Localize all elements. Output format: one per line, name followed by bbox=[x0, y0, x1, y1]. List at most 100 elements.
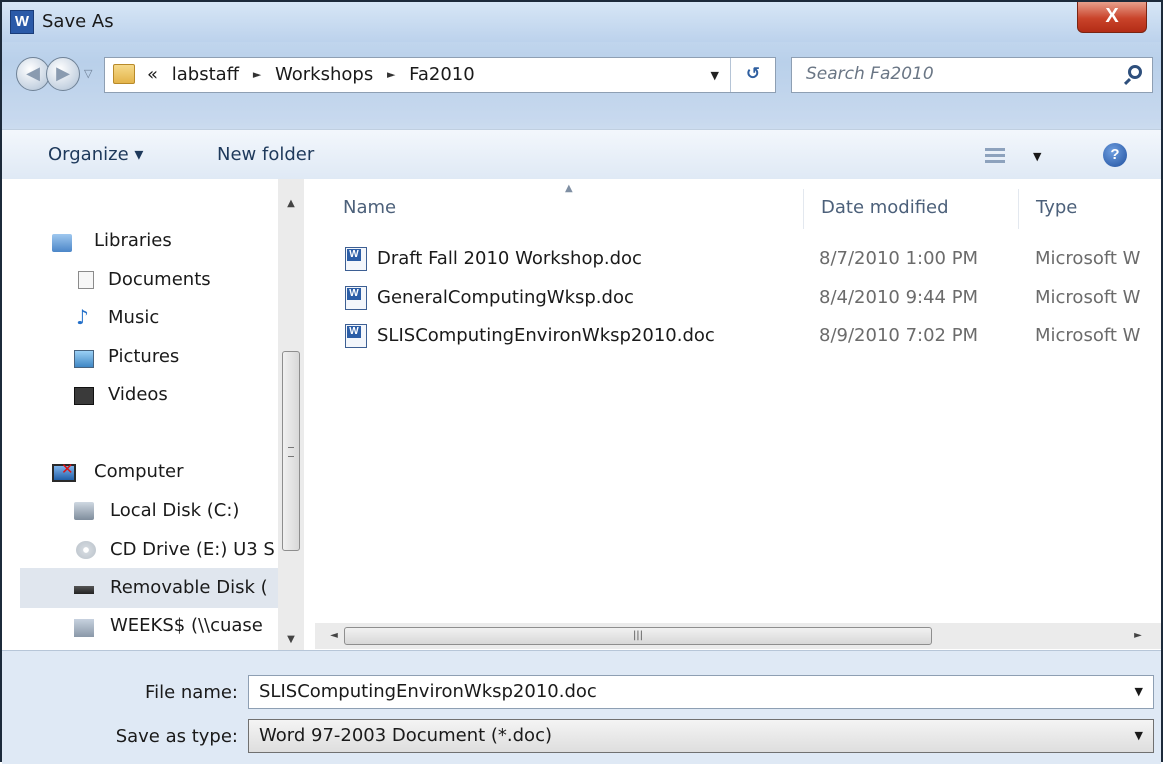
column-divider[interactable] bbox=[803, 189, 804, 229]
search-input[interactable]: Search Fa2010 bbox=[791, 57, 1153, 93]
browser-content: Libraries Documents ♪ Music Pictures Vid… bbox=[2, 179, 1161, 651]
sidebar-item-label: Local Disk (C:) bbox=[110, 500, 240, 521]
sidebar-item-pictures[interactable]: Pictures bbox=[74, 346, 180, 368]
close-button[interactable]: X bbox=[1077, 2, 1147, 33]
sidebar-item-label: WEEKS$ (\\cuase bbox=[110, 615, 263, 636]
window-title: Save As bbox=[42, 11, 114, 32]
column-header-type[interactable]: Type bbox=[1036, 197, 1077, 218]
chevron-down-icon[interactable]: ▼ bbox=[1135, 685, 1143, 698]
sidebar-item-removable-disk[interactable]: Removable Disk ( bbox=[74, 577, 268, 598]
file-date: 8/9/2010 7:02 PM bbox=[819, 325, 979, 346]
file-name-label: File name: bbox=[145, 682, 238, 703]
recent-locations-dropdown[interactable]: ▽ bbox=[84, 67, 92, 80]
removable-disk-icon bbox=[74, 586, 94, 594]
sidebar-item-documents[interactable]: Documents bbox=[74, 269, 211, 290]
file-name-field[interactable]: SLISComputingEnvironWksp2010.doc ▼ bbox=[248, 675, 1154, 709]
help-icon[interactable]: ? bbox=[1103, 143, 1127, 167]
file-name: Draft Fall 2010 Workshop.doc bbox=[377, 248, 642, 269]
file-name: SLISComputingEnvironWksp2010.doc bbox=[377, 325, 715, 346]
new-folder-button[interactable]: New folder bbox=[217, 144, 314, 165]
sidebar-item-network-drive[interactable]: WEEKS$ (\\cuase bbox=[74, 615, 263, 637]
scroll-down-icon[interactable]: ▼ bbox=[278, 627, 304, 653]
column-header-date-modified[interactable]: Date modified bbox=[821, 197, 949, 218]
folder-icon bbox=[113, 64, 135, 84]
sidebar-item-label: Computer bbox=[94, 461, 184, 482]
file-type: Microsoft W bbox=[1035, 325, 1141, 346]
breadcrumb-workshops[interactable]: Workshops bbox=[275, 64, 373, 85]
save-as-dialog: W Save As X ◀ ▶ ▽ « labstaff ► Workshops… bbox=[0, 0, 1163, 764]
chevron-down-icon[interactable]: ▼ bbox=[1135, 729, 1143, 742]
refresh-button[interactable]: ↺ bbox=[730, 58, 775, 92]
breadcrumb-separator-icon[interactable]: ► bbox=[387, 68, 395, 81]
views-icon[interactable] bbox=[985, 148, 1005, 164]
sidebar-item-libraries[interactable]: Libraries bbox=[52, 230, 172, 252]
back-arrow-icon: ◀ bbox=[26, 63, 40, 84]
file-date: 8/7/2010 1:00 PM bbox=[819, 248, 979, 269]
breadcrumb-fa2010[interactable]: Fa2010 bbox=[409, 64, 475, 85]
chevron-down-icon: ▽ bbox=[84, 67, 93, 80]
back-button[interactable]: ◀ bbox=[16, 57, 50, 91]
command-toolbar: Organize ▾ New folder ▼ ? bbox=[2, 129, 1161, 180]
libraries-icon bbox=[52, 234, 72, 252]
breadcrumb-labstaff[interactable]: labstaff bbox=[172, 64, 239, 85]
file-row[interactable]: Draft Fall 2010 Workshop.doc 8/7/2010 1:… bbox=[341, 244, 1166, 280]
sidebar-item-local-disk[interactable]: Local Disk (C:) bbox=[74, 500, 239, 521]
sidebar-item-label: Removable Disk ( bbox=[110, 577, 268, 598]
breadcrumb: « labstaff ► Workshops ► Fa2010 bbox=[147, 64, 475, 85]
scrollbar-thumb[interactable]: ||| bbox=[344, 627, 932, 645]
file-type: Microsoft W bbox=[1035, 248, 1141, 269]
sidebar-item-label: Documents bbox=[108, 269, 211, 290]
file-row[interactable]: SLISComputingEnvironWksp2010.doc 8/9/201… bbox=[341, 321, 1166, 357]
file-list: ▲ Name Date modified Type Draft Fall 201… bbox=[315, 179, 1161, 650]
file-type: Microsoft W bbox=[1035, 287, 1141, 308]
organize-button[interactable]: Organize ▾ bbox=[48, 144, 143, 165]
forward-arrow-icon: ▶ bbox=[56, 63, 70, 84]
network-drive-icon bbox=[74, 619, 94, 637]
navigation-pane: Libraries Documents ♪ Music Pictures Vid… bbox=[2, 179, 315, 650]
views-dropdown-icon[interactable]: ▼ bbox=[1033, 150, 1041, 163]
sidebar-item-music[interactable]: ♪ Music bbox=[74, 305, 160, 329]
file-date: 8/4/2010 9:44 PM bbox=[819, 287, 979, 308]
sort-ascending-icon: ▲ bbox=[565, 183, 573, 194]
address-bar[interactable]: « labstaff ► Workshops ► Fa2010 ▼ ↺ bbox=[104, 57, 776, 93]
file-name: GeneralComputingWksp.doc bbox=[377, 287, 634, 308]
horizontal-scrollbar[interactable]: ◄ ||| ► bbox=[315, 623, 1161, 649]
videos-icon bbox=[74, 387, 94, 405]
sidebar-item-cd-drive[interactable]: CD Drive (E:) U3 S bbox=[74, 539, 275, 560]
breadcrumb-separator-icon[interactable]: ► bbox=[253, 68, 261, 81]
navigation-scrollbar[interactable]: ▲ ▼ bbox=[278, 179, 304, 650]
scrollbar-thumb[interactable] bbox=[282, 351, 300, 551]
breadcrumb-overflow[interactable]: « bbox=[147, 64, 158, 85]
scroll-right-icon[interactable]: ► bbox=[1125, 623, 1151, 649]
search-placeholder: Search Fa2010 bbox=[806, 64, 934, 84]
forward-button[interactable]: ▶ bbox=[46, 57, 80, 91]
file-row[interactable]: GeneralComputingWksp.doc 8/4/2010 9:44 P… bbox=[341, 283, 1166, 319]
word-document-icon bbox=[345, 286, 367, 310]
sidebar-item-label: Music bbox=[108, 307, 160, 328]
column-header-name[interactable]: Name bbox=[343, 197, 396, 218]
word-document-icon bbox=[345, 324, 367, 348]
documents-icon bbox=[78, 271, 94, 289]
grip-icon bbox=[288, 447, 294, 457]
disconnected-icon: ✕ bbox=[61, 460, 74, 478]
search-icon[interactable] bbox=[1128, 65, 1142, 79]
save-as-type-value: Word 97-2003 Document (*.doc) bbox=[259, 725, 552, 746]
music-icon: ♪ bbox=[76, 305, 89, 329]
scroll-up-icon[interactable]: ▲ bbox=[278, 191, 304, 217]
word-document-icon bbox=[345, 247, 367, 271]
sidebar-item-label: Videos bbox=[108, 384, 168, 405]
title-bar[interactable]: W Save As X bbox=[2, 2, 1161, 42]
cd-drive-icon bbox=[76, 541, 96, 559]
sidebar-item-label: CD Drive (E:) U3 S bbox=[110, 539, 275, 560]
sidebar-item-label: Pictures bbox=[108, 346, 180, 367]
sidebar-item-label: Libraries bbox=[94, 230, 172, 251]
file-name-value: SLISComputingEnvironWksp2010.doc bbox=[259, 681, 597, 702]
column-divider[interactable] bbox=[1018, 189, 1019, 229]
sidebar-item-videos[interactable]: Videos bbox=[74, 384, 168, 405]
save-as-type-label: Save as type: bbox=[115, 726, 238, 747]
refresh-icon: ↺ bbox=[745, 64, 761, 84]
local-disk-icon bbox=[74, 502, 94, 520]
save-as-type-select[interactable]: Word 97-2003 Document (*.doc) ▼ bbox=[248, 719, 1154, 753]
word-app-icon: W bbox=[10, 10, 34, 34]
address-dropdown-icon[interactable]: ▼ bbox=[711, 69, 719, 82]
